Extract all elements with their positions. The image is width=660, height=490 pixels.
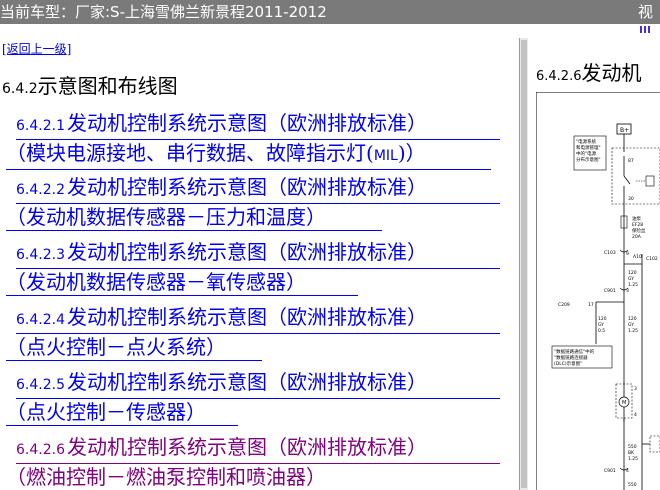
diagram-label: 0.5	[598, 328, 605, 334]
link-subtitle-pre: （模块电源接地、串行数据、故障指示灯(	[6, 141, 374, 165]
diagram-label: C901	[604, 468, 616, 474]
link-6-4-2-5[interactable]: 6.4.2.5 发动机控制系统示意图（欧洲排放标准） （点火控制－传感器）	[0, 369, 515, 426]
diagram-label: 中的"电源	[576, 150, 597, 157]
view-button[interactable]: 视	[638, 0, 660, 24]
diagram-label: GY	[628, 276, 634, 282]
link-title-line[interactable]: 6.4.2.4 发动机控制系统示意图（欧洲排放标准）	[16, 304, 500, 334]
diagram-label: B+	[620, 127, 629, 134]
section-number: 6.4.2	[2, 81, 38, 97]
link-number: 6.4.2.6	[16, 442, 65, 458]
diagram-label: GY	[598, 322, 604, 328]
window-title-bar: 当前车型：厂家:S-上海雪佛兰新景程2011-2012 视	[0, 0, 660, 24]
back-link[interactable]: [返回上一级]	[2, 40, 71, 57]
diagram-label: BK	[628, 450, 635, 456]
link-subtitle-line[interactable]: （燃油控制－燃油泵控制和喷油器）	[6, 464, 384, 490]
diagram-heading-number: 6.4.2.6	[536, 69, 582, 84]
diagram-label: 1.25	[628, 456, 638, 462]
link-title: 发动机控制系统示意图（欧洲排放标准）	[66, 240, 427, 264]
diagram-label: C209	[558, 302, 570, 308]
link-subtitle-mil: MIL	[373, 148, 398, 164]
link-title: 发动机控制系统示意图（欧洲排放标准）	[66, 175, 427, 199]
link-number: 6.4.2.2	[16, 182, 65, 198]
window-title: 当前车型：厂家:S-上海雪佛兰新景程2011-2012	[0, 3, 327, 21]
diagram-label: "电源系统	[576, 138, 597, 145]
diagram-label: A10	[633, 254, 642, 260]
link-title-line[interactable]: 6.4.2.1 发动机控制系统示意图（欧洲排放标准）	[16, 110, 500, 140]
diagram-heading: 6.4.2.6发动机	[536, 57, 641, 86]
link-title: 发动机控制系统示意图（欧洲排放标准）	[66, 305, 427, 329]
scrollbar-thumb[interactable]	[521, 40, 527, 488]
diagram-label: 1.25	[628, 282, 638, 288]
section-heading: 6.4.2示意图和布线图	[2, 70, 178, 99]
diagram-label: 120	[628, 316, 637, 322]
link-title-line[interactable]: 6.4.2.2 发动机控制系统示意图（欧洲排放标准）	[16, 174, 500, 204]
diagram-label: 分布示意图"	[576, 156, 601, 163]
diagram-label: C102	[646, 256, 658, 262]
diagram-label: 保险丝	[632, 227, 646, 234]
diagram-heading-title: 发动机	[581, 61, 642, 85]
diagram-label: 550	[628, 482, 637, 488]
diagram-label: 3	[634, 386, 637, 392]
link-subtitle-line[interactable]: （点火控制－传感器）	[6, 399, 238, 426]
diagram-label: GY	[628, 322, 634, 328]
diagram-pane: 6.4.2.6发动机 B+ "电源系统 和电源管理" 中的"电源 分布示意图" …	[528, 38, 660, 490]
wiring-diagram: B+ "电源系统 和电源管理" 中的"电源 分布示意图" 87 30 油泵 EF…	[536, 92, 660, 490]
section-title: 示意图和布线图	[37, 74, 178, 98]
diagram-label: 87	[628, 158, 634, 164]
diagram-label: "数据链路通信"中的	[554, 348, 595, 355]
diagram-label: C103	[604, 250, 616, 256]
link-title-line[interactable]: 6.4.2.6 发动机控制系统示意图（欧洲排放标准）	[16, 434, 500, 464]
link-6-4-2-6[interactable]: 6.4.2.6 发动机控制系统示意图（欧洲排放标准） （燃油控制－燃油泵控制和喷油…	[0, 434, 515, 490]
link-number: 6.4.2.5	[16, 377, 65, 393]
link-title-line[interactable]: 6.4.2.5 发动机控制系统示意图（欧洲排放标准）	[16, 369, 500, 399]
motor-symbol-label: M	[622, 400, 626, 406]
link-number: 6.4.2.3	[16, 247, 65, 263]
link-subtitle-line[interactable]: （点火控制－点火系统）	[6, 334, 262, 361]
diagram-label: 17	[588, 302, 594, 308]
link-6-4-2-1[interactable]: 6.4.2.1 发动机控制系统示意图（欧洲排放标准） （模块电源接地、串行数据、故…	[0, 110, 515, 170]
diagram-label: 9	[626, 251, 629, 257]
link-subtitle-line[interactable]: （发动机数据传感器－压力和温度）	[6, 204, 382, 231]
diagram-label: C901	[604, 288, 616, 294]
link-subtitle-line[interactable]: （发动机数据传感器－氧传感器）	[6, 269, 358, 296]
link-title-line[interactable]: 6.4.2.3 发动机控制系统示意图（欧洲排放标准）	[16, 239, 500, 269]
view-toolbar-icon[interactable]	[638, 24, 660, 34]
diagram-label: 和电源管理"	[576, 144, 601, 151]
diagram-label: EF28	[632, 222, 643, 228]
link-title: 发动机控制系统示意图（欧洲排放标准）	[66, 111, 427, 135]
link-subtitle-post: )）	[397, 141, 426, 165]
link-title: 发动机控制系统示意图（欧洲排放标准）	[66, 435, 427, 459]
diagram-label: 120	[598, 316, 607, 322]
diagram-label: 20A	[632, 234, 642, 240]
diagram-label: 4	[634, 412, 637, 418]
diagram-label: 120	[628, 270, 637, 276]
diagram-label: "数据链路连接器	[554, 354, 588, 361]
diagram-label: 30	[628, 196, 634, 202]
toolbar-strip	[0, 24, 660, 39]
diagram-label: 550	[628, 444, 637, 450]
diagram-label: (DLC)示意图"	[554, 360, 582, 367]
link-title: 发动机控制系统示意图（欧洲排放标准）	[66, 370, 427, 394]
link-subtitle-line[interactable]: （模块电源接地、串行数据、故障指示灯(MIL)）	[6, 140, 491, 170]
link-6-4-2-4[interactable]: 6.4.2.4 发动机控制系统示意图（欧洲排放标准） （点火控制－点火系统）	[0, 304, 515, 361]
content-pane: [返回上一级] 6.4.2示意图和布线图 6.4.2.1 发动机控制系统示意图（欧…	[0, 38, 518, 490]
link-number: 6.4.2.1	[16, 118, 65, 134]
vertical-scrollbar[interactable]	[520, 38, 528, 490]
link-6-4-2-2[interactable]: 6.4.2.2 发动机控制系统示意图（欧洲排放标准） （发动机数据传感器－压力和温…	[0, 174, 515, 231]
diagram-label: 油泵	[632, 215, 641, 222]
diagram-label: 1.25	[628, 328, 638, 334]
link-number: 6.4.2.4	[16, 312, 65, 328]
link-6-4-2-3[interactable]: 6.4.2.3 发动机控制系统示意图（欧洲排放标准） （发动机数据传感器－氧传感器…	[0, 239, 515, 296]
